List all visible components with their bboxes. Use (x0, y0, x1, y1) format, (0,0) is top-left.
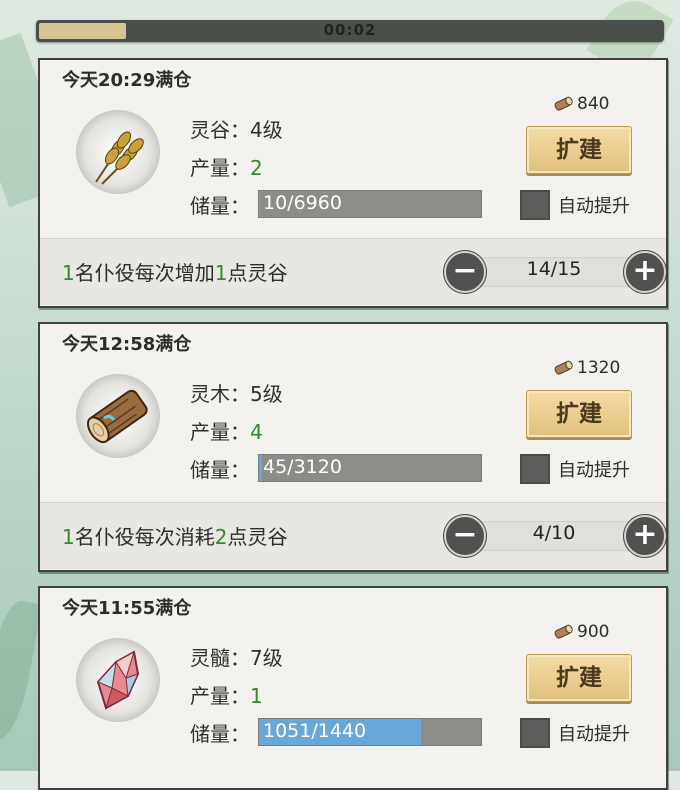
wood-log-icon (552, 360, 574, 376)
expand-cost: 840 (552, 94, 609, 114)
worker-count: 1 (62, 261, 75, 285)
expand-cost: 900 (552, 622, 609, 642)
crystal-icon (76, 638, 160, 722)
worker-row: 1名仆役每次消耗2点灵谷 − 4/10 + (40, 502, 666, 569)
resource-level: 5级 (250, 382, 283, 406)
auto-upgrade-label: 自动提升 (558, 192, 630, 218)
expand-cost-value: 840 (577, 94, 609, 114)
worker-stepper: − 4/10 + (444, 515, 662, 555)
output-label: 产量： (190, 156, 250, 180)
resource-name-row: 灵谷：4级 (190, 114, 283, 143)
storage-value: 10/6960 (263, 192, 342, 214)
wood-log-icon (552, 624, 574, 640)
resource-card-wood: 今天12:58满仓 灵木：5级 产量：4 储量： 45/3120 1320 扩建… (38, 322, 668, 572)
minus-button[interactable]: − (444, 515, 486, 557)
wood-log-icon (552, 96, 574, 112)
worker-text: 名仆役每次增加 (75, 261, 215, 285)
expand-button[interactable]: 扩建 (526, 654, 632, 702)
timer-bar: 00:02 (36, 20, 664, 42)
output-value: 1 (250, 684, 263, 708)
resource-level: 7级 (250, 646, 283, 670)
worker-text: 名仆役每次消耗 (75, 525, 215, 549)
output-label: 产量： (190, 420, 250, 444)
resource-card-grain: 今天20:29满仓 灵谷：4级 产量：2 储量： 10/6960 840 扩建 (38, 58, 668, 308)
resource-name-row: 灵木：5级 (190, 378, 283, 407)
storage-value: 1051/1440 (263, 720, 366, 742)
auto-upgrade-label: 自动提升 (558, 720, 630, 746)
storage-bar: 10/6960 (258, 190, 482, 218)
full-time-label: 今天11:55满仓 (62, 594, 191, 620)
worker-unit: 点灵谷 (227, 525, 287, 549)
storage-value: 45/3120 (263, 456, 342, 478)
worker-description: 1名仆役每次增加1点灵谷 (62, 257, 287, 286)
resource-name-row: 灵髓：7级 (190, 642, 283, 671)
auto-upgrade-checkbox[interactable] (520, 454, 550, 484)
storage-label: 储量： (190, 458, 250, 482)
full-time-label: 今天12:58满仓 (62, 330, 191, 356)
worker-description: 1名仆役每次消耗2点灵谷 (62, 521, 287, 550)
stepper-value: 4/10 (504, 522, 604, 544)
output-row: 产量：4 (190, 416, 263, 445)
auto-upgrade-label: 自动提升 (558, 456, 630, 482)
plus-button[interactable]: + (624, 251, 666, 293)
worker-amount: 1 (215, 261, 228, 285)
storage-row: 储量： (190, 718, 250, 747)
expand-cost: 1320 (552, 358, 620, 378)
resource-name-label: 灵谷： (190, 118, 250, 142)
storage-fill (259, 455, 262, 481)
background-leaf (0, 598, 42, 743)
resource-name-label: 灵木： (190, 382, 250, 406)
auto-upgrade-checkbox[interactable] (520, 190, 550, 220)
stepper-value: 14/15 (504, 258, 604, 280)
expand-button[interactable]: 扩建 (526, 126, 632, 174)
output-row: 产量：2 (190, 152, 263, 181)
expand-cost-value: 900 (577, 622, 609, 642)
grain-icon (76, 110, 160, 194)
storage-label: 储量： (190, 194, 250, 218)
worker-row: 1名仆役每次增加1点灵谷 − 14/15 + (40, 238, 666, 305)
storage-row: 储量： (190, 454, 250, 483)
storage-row: 储量： (190, 190, 250, 219)
full-time-label: 今天20:29满仓 (62, 66, 191, 92)
storage-label: 储量： (190, 722, 250, 746)
worker-amount: 2 (215, 525, 228, 549)
worker-count: 1 (62, 525, 75, 549)
timer-text: 00:02 (36, 21, 664, 39)
output-row: 产量：1 (190, 680, 263, 709)
expand-cost-value: 1320 (577, 358, 620, 378)
resource-level: 4级 (250, 118, 283, 142)
minus-button[interactable]: − (444, 251, 486, 293)
wood-log-icon (76, 374, 160, 458)
output-value: 2 (250, 156, 263, 180)
output-value: 4 (250, 420, 263, 444)
expand-button[interactable]: 扩建 (526, 390, 632, 438)
resource-card-crystal: 今天11:55满仓 灵髓：7级 产量：1 储量： 1051/1440 900 扩… (38, 586, 668, 790)
auto-upgrade-checkbox[interactable] (520, 718, 550, 748)
storage-bar: 45/3120 (258, 454, 482, 482)
storage-bar: 1051/1440 (258, 718, 482, 746)
worker-unit: 点灵谷 (227, 261, 287, 285)
resource-name-label: 灵髓： (190, 646, 250, 670)
plus-button[interactable]: + (624, 515, 666, 557)
worker-stepper: − 14/15 + (444, 251, 662, 291)
output-label: 产量： (190, 684, 250, 708)
